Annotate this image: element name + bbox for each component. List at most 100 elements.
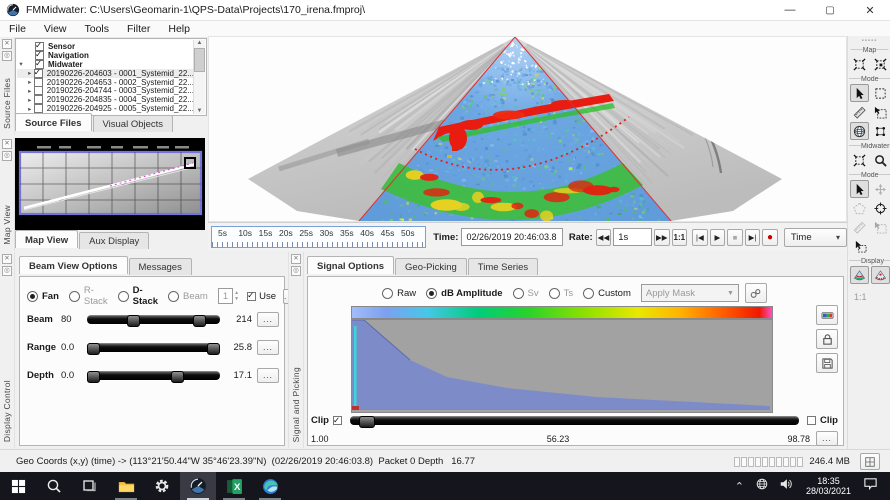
- midwater-pan-button[interactable]: [871, 180, 890, 198]
- midwater-zoom-extent-button[interactable]: [850, 151, 869, 169]
- record-button[interactable]: ●: [762, 229, 778, 246]
- close-icon[interactable]: ✕: [2, 139, 12, 149]
- tab-aux-display[interactable]: Aux Display: [79, 232, 149, 249]
- expander-closed-icon[interactable]: ▸: [26, 96, 34, 104]
- pin-icon[interactable]: ◎: [2, 151, 12, 161]
- expander-closed-icon[interactable]: ▸: [26, 78, 34, 86]
- apply-mask-dropdown[interactable]: Apply Mask▼: [641, 284, 739, 302]
- expander-open-icon[interactable]: ▾: [17, 60, 25, 68]
- rate-increase-button[interactable]: ▶▶: [654, 229, 670, 246]
- scroll-down-icon[interactable]: ▼: [197, 108, 203, 114]
- ts-radio[interactable]: [549, 288, 560, 299]
- menu-view[interactable]: View: [35, 23, 76, 35]
- tree-scrollbar[interactable]: ▲▼: [193, 40, 205, 114]
- settings-button[interactable]: [144, 472, 180, 500]
- skip-start-button[interactable]: |◀: [692, 229, 708, 246]
- stop-button[interactable]: ■: [727, 229, 743, 246]
- file-explorer-button[interactable]: [108, 472, 144, 500]
- spinner-arrows[interactable]: ▲▼: [234, 290, 239, 302]
- tree-row-file[interactable]: ▸ 20190226-204653 - 0002_Systemid_22...: [17, 78, 194, 87]
- expander-closed-icon[interactable]: ▸: [26, 69, 34, 77]
- tree-item-midwater[interactable]: Midwater: [48, 60, 83, 69]
- beam-range-slider[interactable]: [87, 315, 220, 324]
- sv-radio[interactable]: [513, 288, 524, 299]
- beam-number-spinner[interactable]: 1: [218, 288, 233, 304]
- task-view-button[interactable]: [72, 472, 108, 500]
- clip-more-button[interactable]: ...: [816, 431, 838, 446]
- tree-row-file[interactable]: ▸20190226-204835 - 0004_Systemid_22...: [17, 95, 194, 104]
- depth-slider-more-button[interactable]: ...: [257, 368, 279, 383]
- network-icon[interactable]: [755, 477, 769, 496]
- toolbar-grip[interactable]: ▪▪▪▪▪: [848, 38, 890, 44]
- signal-histogram[interactable]: [351, 319, 773, 413]
- slider-handle[interactable]: [171, 371, 184, 383]
- file-item[interactable]: 20190226-204603 - 0001_Systemid_22...: [47, 69, 194, 78]
- menu-tools[interactable]: Tools: [76, 23, 119, 35]
- close-icon[interactable]: ✕: [291, 254, 301, 264]
- volume-icon[interactable]: [779, 477, 793, 496]
- ratio-1-1-button[interactable]: 1:1: [672, 229, 688, 246]
- maximize-button[interactable]: ▢: [810, 0, 850, 20]
- edge-taskbar-button[interactable]: [252, 472, 288, 500]
- playback-mode-dropdown[interactable]: Time▾: [784, 228, 847, 247]
- map-marquee-zoom-button[interactable]: [871, 84, 890, 102]
- tree-row-file[interactable]: ▸20190226-204925 - 0005_Systemid_22...: [17, 104, 194, 113]
- fan-radio[interactable]: [27, 291, 38, 302]
- expander-closed-icon[interactable]: ▸: [26, 87, 34, 95]
- db-amplitude-radio[interactable]: [426, 288, 437, 299]
- clip-right-checkbox[interactable]: [807, 416, 816, 425]
- close-icon[interactable]: ✕: [2, 254, 12, 264]
- fmmidwater-taskbar-button[interactable]: [180, 472, 216, 500]
- beam-slider-more-button[interactable]: ...: [257, 312, 279, 327]
- checkbox-unchecked-icon[interactable]: [34, 86, 43, 95]
- timeline-ruler[interactable]: 5s10s15s20s25s30s35s40s45s50s: [211, 226, 426, 248]
- range-slider-more-button[interactable]: ...: [257, 340, 279, 355]
- checkbox-checked-icon[interactable]: [34, 69, 43, 78]
- tab-messages[interactable]: Messages: [129, 258, 192, 275]
- notification-center-icon[interactable]: [863, 476, 878, 496]
- tab-time-series[interactable]: Time Series: [468, 258, 538, 275]
- slider-handle[interactable]: [87, 371, 100, 383]
- map-pick-region-button[interactable]: [871, 103, 890, 121]
- save-button[interactable]: [816, 353, 838, 373]
- tree-item-sensor[interactable]: Sensor: [48, 42, 75, 51]
- file-item[interactable]: 20190226-204925 - 0005_Systemid_22...: [47, 104, 194, 113]
- pin-icon[interactable]: ◎: [291, 266, 301, 276]
- tab-signal-options[interactable]: Signal Options: [307, 256, 394, 274]
- tab-visual-objects[interactable]: Visual Objects: [93, 115, 174, 132]
- depth-range-slider[interactable]: [87, 371, 220, 380]
- file-item[interactable]: 20190226-204653 - 0002_Systemid_22...: [47, 78, 194, 87]
- use-checkbox[interactable]: [247, 292, 256, 301]
- slider-handle[interactable]: [87, 343, 100, 355]
- midwater-polygon-select-button[interactable]: [850, 199, 869, 217]
- search-button[interactable]: [36, 472, 72, 500]
- clip-range-slider[interactable]: [350, 416, 799, 425]
- raw-radio[interactable]: [382, 288, 393, 299]
- lock-button[interactable]: [816, 329, 838, 349]
- start-button[interactable]: [0, 472, 36, 500]
- skip-end-button[interactable]: ▶|: [745, 229, 761, 246]
- tray-chevron-icon[interactable]: ⌃: [735, 480, 744, 493]
- display-fan-picks-button[interactable]: [871, 266, 890, 284]
- tree-row-file[interactable]: ▸ 20190226-204603 - 0001_Systemid_22...: [17, 69, 194, 78]
- taskbar-clock[interactable]: 18:35 28/03/2021: [806, 476, 851, 496]
- colormap-button[interactable]: [816, 305, 838, 325]
- excel-taskbar-button[interactable]: [216, 472, 252, 500]
- beam-radio[interactable]: [168, 291, 179, 302]
- close-icon[interactable]: ✕: [2, 39, 12, 49]
- map-3d-view-button[interactable]: [850, 122, 869, 140]
- midwater-zoom-button[interactable]: [871, 151, 890, 169]
- d-stack-radio[interactable]: [118, 291, 129, 302]
- checkbox-unchecked-icon[interactable]: [34, 95, 43, 104]
- range-range-slider[interactable]: [87, 343, 220, 352]
- tree-row[interactable]: ▾ Midwater: [17, 60, 194, 69]
- tree-row-file[interactable]: ▸20190226-204744 - 0003_Systemid_22...: [17, 86, 194, 95]
- tab-geo-picking[interactable]: Geo-Picking: [395, 258, 467, 275]
- pin-icon[interactable]: ◎: [2, 266, 12, 276]
- midwater-select-cursor-button[interactable]: [850, 180, 869, 198]
- menu-filter[interactable]: Filter: [118, 23, 159, 35]
- slider-handle[interactable]: [359, 416, 375, 428]
- minimize-button[interactable]: —: [770, 0, 810, 20]
- display-fan-view-button[interactable]: [850, 266, 869, 284]
- map-zoom-selection-button[interactable]: [871, 55, 890, 73]
